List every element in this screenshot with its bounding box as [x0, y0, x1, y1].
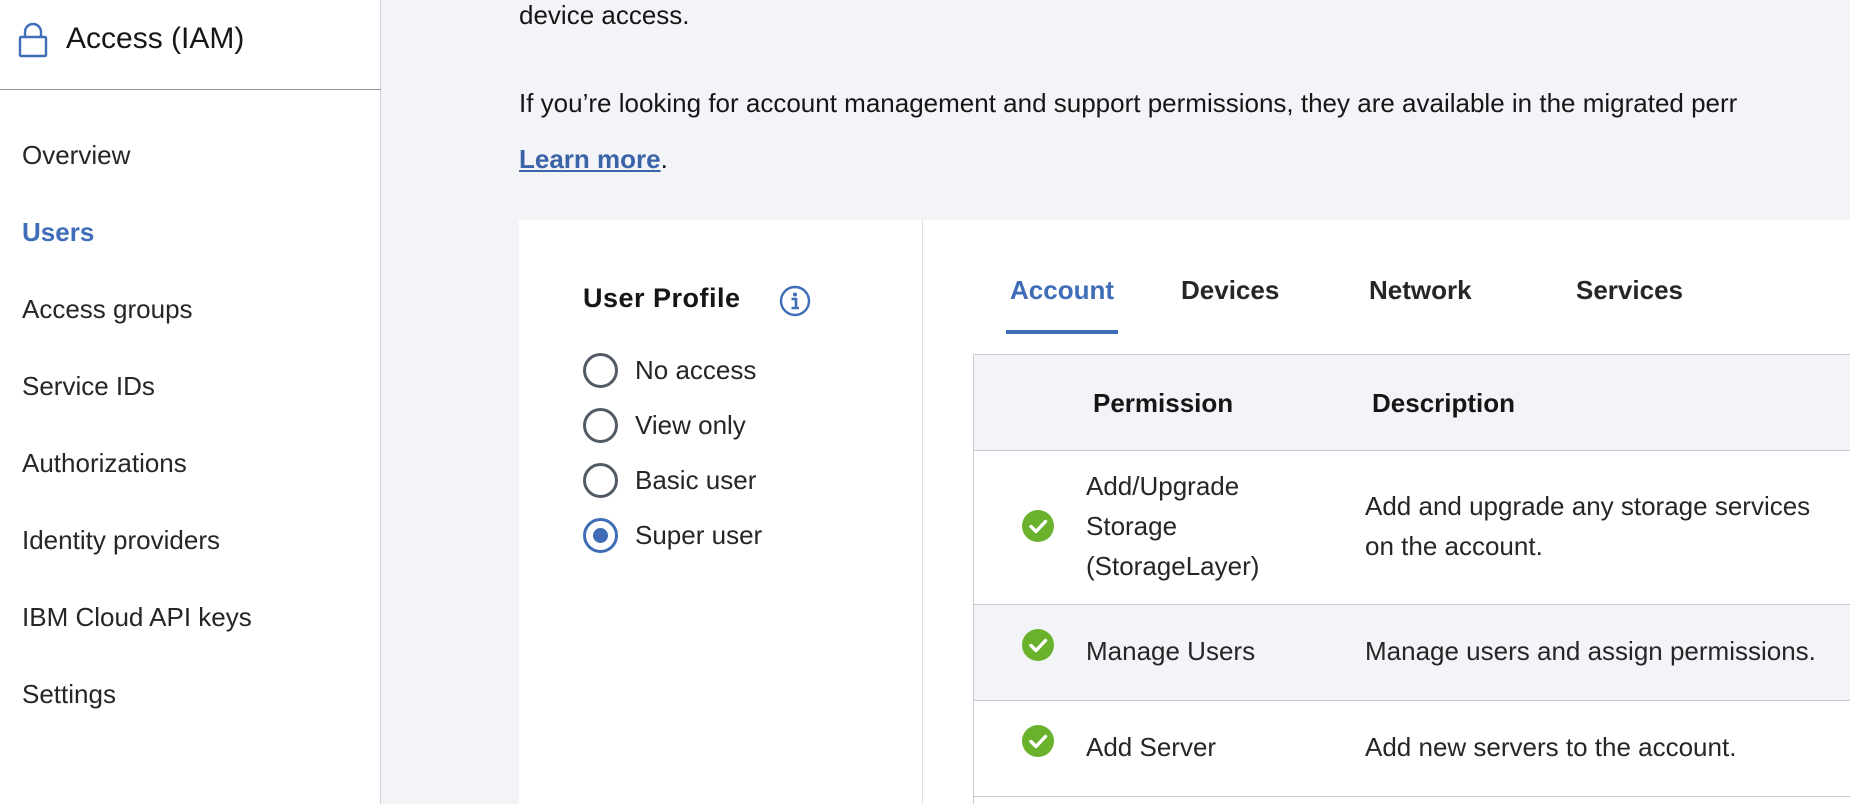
main-content: device access. If you’re looking for acc…: [382, 0, 1850, 804]
permission-name: Add Server: [1086, 727, 1286, 767]
radio-label: View only: [635, 409, 746, 440]
table-row: Add Server Add new servers to the accoun…: [974, 701, 1850, 797]
radio-super-user[interactable]: Super user: [583, 515, 762, 555]
intro-text-line-2: If you’re looking for account management…: [519, 88, 1738, 118]
sidebar-item-users[interactable]: Users: [0, 194, 380, 271]
intro-text-line-1: device access.: [519, 0, 690, 30]
checkmark-icon: [1022, 725, 1054, 757]
learn-more-link[interactable]: Learn more: [519, 144, 661, 174]
radio-view-only[interactable]: View only: [583, 405, 746, 445]
permission-description: Add and upgrade any storage services on …: [1365, 486, 1850, 566]
permission-name-line: Storage: [1086, 511, 1178, 541]
sidebar-item-identity-providers[interactable]: Identity providers: [0, 502, 380, 579]
sidebar-item-service-ids[interactable]: Service IDs: [0, 348, 380, 425]
table-header: Permission Description: [974, 355, 1850, 451]
sidebar-item-overview[interactable]: Overview: [0, 117, 380, 194]
column-header-description: Description: [1372, 388, 1516, 418]
sidebar-item-authorizations[interactable]: Authorizations: [0, 425, 380, 502]
description-line: Manage users and assign permissions.: [1365, 636, 1816, 666]
radio-label: No access: [635, 354, 757, 385]
user-profile-title: User Profile: [583, 283, 741, 313]
sidebar-header: Access (IAM): [0, 0, 381, 90]
learn-more-line: Learn more.: [519, 142, 668, 176]
permission-name-line: Add Server: [1086, 732, 1217, 762]
sidebar: Access (IAM) Overview Users Access group…: [0, 0, 381, 804]
permission-name-line: Add/Upgrade: [1086, 471, 1240, 501]
radio-circle[interactable]: [583, 407, 618, 443]
radio-basic-user[interactable]: Basic user: [583, 460, 756, 500]
info-icon[interactable]: [779, 285, 811, 317]
table-row: Manage Users Manage users and assign per…: [974, 605, 1850, 701]
radio-circle[interactable]: [583, 352, 618, 388]
permissions-table: Permission Description Add/Upgrade Stora…: [973, 354, 1850, 804]
radio-label: Basic user: [635, 464, 757, 495]
checkmark-icon: [1022, 510, 1054, 542]
permission-description: Add new servers to the account.: [1365, 727, 1850, 767]
sidebar-item-settings[interactable]: Settings: [0, 656, 380, 733]
permission-name-line: Manage Users: [1086, 636, 1256, 666]
radio-circle[interactable]: [583, 462, 618, 498]
permission-name: Add/Upgrade Storage (StorageLayer): [1086, 466, 1286, 586]
permission-description: Manage users and assign permissions.: [1365, 631, 1850, 671]
radio-dot: [593, 527, 608, 543]
sidebar-item-access-groups[interactable]: Access groups: [0, 271, 380, 348]
user-profile-section: User Profile No access View only Basic u…: [519, 220, 923, 804]
permission-name-line: (StorageLayer): [1086, 551, 1260, 581]
column-header-permission: Permission: [1093, 388, 1234, 418]
sidebar-nav: Overview Users Access groups Service IDs…: [0, 117, 380, 733]
sidebar-title: Access (IAM): [66, 22, 245, 55]
learn-more-suffix: .: [660, 144, 668, 174]
radio-label: Super user: [635, 519, 763, 550]
description-line: on the account.: [1365, 531, 1543, 561]
sidebar-item-api-keys[interactable]: IBM Cloud API keys: [0, 579, 380, 656]
checkmark-icon: [1022, 629, 1054, 661]
description-line: Add new servers to the account.: [1365, 732, 1737, 762]
lock-icon: [18, 22, 48, 58]
tab-account[interactable]: Account: [1006, 270, 1118, 334]
radio-circle-selected[interactable]: [583, 517, 618, 553]
tab-network[interactable]: Network: [1369, 270, 1472, 334]
description-line: Add and upgrade any storage services: [1365, 491, 1811, 521]
tab-services[interactable]: Services: [1576, 270, 1683, 334]
radio-no-access[interactable]: No access: [583, 350, 756, 390]
table-row: Add/Upgrade Storage (StorageLayer) Add a…: [974, 451, 1850, 605]
permission-name: Manage Users: [1086, 631, 1286, 671]
tab-devices[interactable]: Devices: [1181, 270, 1279, 334]
permissions-panel: User Profile No access View only Basic u…: [519, 220, 1850, 804]
